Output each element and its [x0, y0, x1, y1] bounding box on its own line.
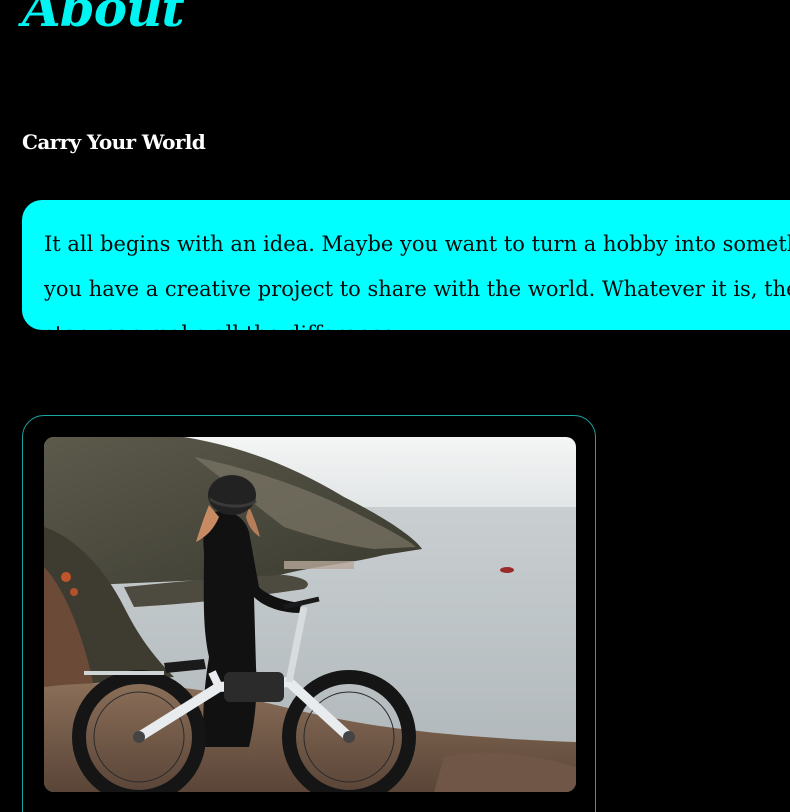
- boat: [500, 567, 514, 573]
- intro-callout: It all begins with an idea. Maybe you wa…: [22, 200, 790, 330]
- helmet: [208, 475, 256, 515]
- ebike-photo: [44, 437, 576, 792]
- intro-text: It all begins with an idea. Maybe you wa…: [44, 232, 790, 330]
- page-subtitle: Carry Your World: [22, 130, 206, 154]
- page-title: About: [22, 0, 185, 38]
